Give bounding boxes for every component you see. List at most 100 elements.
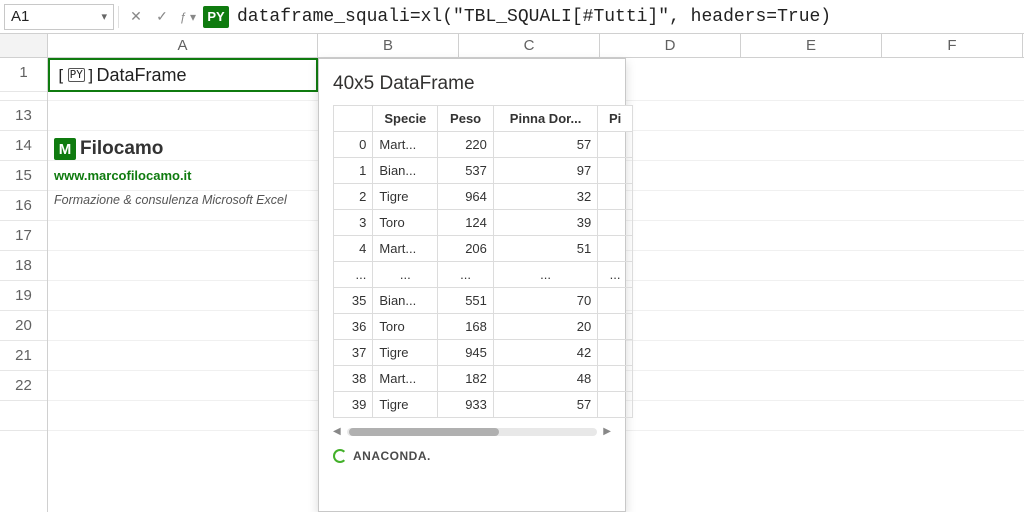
col-header-A[interactable]: A [48,34,318,57]
td-pinna: 20 [493,314,597,340]
row-header-19[interactable]: 19 [0,281,47,311]
table-header-row: Specie Peso Pinna Dor... Pi [334,106,633,132]
td-extra [598,210,633,236]
col-header-F[interactable]: F [882,34,1023,57]
fx-dropdown-icon[interactable]: ƒ ▾ [177,6,199,28]
td-peso: 964 [438,184,494,210]
td-pinna: 42 [493,340,597,366]
row-header-18[interactable]: 18 [0,251,47,281]
brand-tagline: Formazione & consulenza Microsoft Excel [54,193,287,207]
formula-bar: A1 ▾ ✕ ✓ ƒ ▾ PY dataframe_squali=xl("TBL… [0,0,1024,34]
td-extra [598,236,633,262]
name-box[interactable]: A1 ▾ [4,4,114,30]
row-header-17[interactable]: 17 [0,221,47,251]
python-badge: PY [203,6,229,28]
td-pinna: 32 [493,184,597,210]
table-row: 36Toro16820 [334,314,633,340]
td-pinna: 97 [493,158,597,184]
th-index [334,106,373,132]
dataframe-table: Specie Peso Pinna Dor... Pi 0Mart...2205… [333,105,633,418]
td-idx: 38 [334,366,373,392]
table-row: 3Toro12439 [334,210,633,236]
row-headers: 1 13 14 15 16 17 18 19 20 21 22 [0,58,48,512]
formula-input[interactable]: dataframe_squali=xl("TBL_SQUALI[#Tutti]"… [233,7,831,27]
row-header-22[interactable]: 22 [0,371,47,401]
td-specie: Tigre [373,340,438,366]
td-extra [598,366,633,392]
row-header-gap[interactable] [0,92,47,101]
td-specie: Tigre [373,184,438,210]
td-idx: 37 [334,340,373,366]
popup-title: 40x5 DataFrame [333,73,611,95]
td-peso: 933 [438,392,494,418]
row-header-23[interactable] [0,401,47,431]
horizontal-scrollbar[interactable]: ◀ ▶ [333,426,611,437]
scroll-right-icon[interactable]: ▶ [603,426,611,437]
th-peso: Peso [438,106,494,132]
table-ellipsis-row: ............... [334,262,633,288]
python-icon: PY [68,68,85,82]
cancel-icon[interactable]: ✕ [125,6,147,28]
dataframe-preview-popup: 40x5 DataFrame Specie Peso Pinna Dor... … [318,58,626,512]
col-header-D[interactable]: D [600,34,741,57]
row-header-20[interactable]: 20 [0,311,47,341]
table-row: 0Mart...22057 [334,132,633,158]
td-idx: 1 [334,158,373,184]
row-header-14[interactable]: 14 [0,131,47,161]
bracket-open: [ [56,66,65,85]
td-idx: 3 [334,210,373,236]
td-specie: Mart... [373,132,438,158]
scroll-left-icon[interactable]: ◀ [333,426,341,437]
td-pinna: 51 [493,236,597,262]
name-box-value: A1 [11,8,29,25]
td-pinna: 57 [493,132,597,158]
table-row: 37Tigre94542 [334,340,633,366]
td-specie: Mart... [373,366,438,392]
th-pinna: Pinna Dor... [493,106,597,132]
th-extra: Pi [598,106,633,132]
confirm-icon[interactable]: ✓ [151,6,173,28]
formula-controls: ✕ ✓ ƒ ▾ [118,6,199,28]
td-specie: Bian... [373,158,438,184]
td-peso: 124 [438,210,494,236]
td-extra [598,132,633,158]
th-specie: Specie [373,106,438,132]
table-row: 2Tigre96432 [334,184,633,210]
td-peso: 551 [438,288,494,314]
row-header-15[interactable]: 15 [0,161,47,191]
td-peso: 537 [438,158,494,184]
brand-mark: M [54,138,76,160]
scroll-track[interactable] [347,428,598,436]
cell-A1-text: DataFrame [97,65,187,86]
td-idx: 39 [334,392,373,418]
col-header-C[interactable]: C [459,34,600,57]
select-all-corner[interactable] [0,34,48,57]
td-idx: 2 [334,184,373,210]
td-extra [598,392,633,418]
table-row: 4Mart...20651 [334,236,633,262]
brand-url[interactable]: www.marcofilocamo.it [54,168,287,183]
row-header-16[interactable]: 16 [0,191,47,221]
brand-block: M Filocamo www.marcofilocamo.it Formazio… [54,138,287,207]
td-extra [598,314,633,340]
row-header-21[interactable]: 21 [0,341,47,371]
col-header-E[interactable]: E [741,34,882,57]
chevron-down-icon[interactable]: ▾ [101,10,107,23]
td-pinna: 39 [493,210,597,236]
grid-area[interactable]: [ PY ] DataFrame M Filocamo www.marcofil… [48,58,1024,512]
cell-A1[interactable]: [ PY ] DataFrame [48,58,318,92]
table-row: 39Tigre93357 [334,392,633,418]
brand-logo: M Filocamo [54,138,287,160]
td-extra [598,184,633,210]
anaconda-icon [333,449,347,463]
scroll-thumb[interactable] [349,428,499,436]
grid-body: 1 13 14 15 16 17 18 19 20 21 22 [ PY ] D… [0,58,1024,512]
col-header-B[interactable]: B [318,34,459,57]
td-extra [598,158,633,184]
row-header-1[interactable]: 1 [0,58,47,92]
td-pinna: 57 [493,392,597,418]
td-peso: 220 [438,132,494,158]
row-header-13[interactable]: 13 [0,101,47,131]
table-row: 35Bian...55170 [334,288,633,314]
td-pinna: 70 [493,288,597,314]
